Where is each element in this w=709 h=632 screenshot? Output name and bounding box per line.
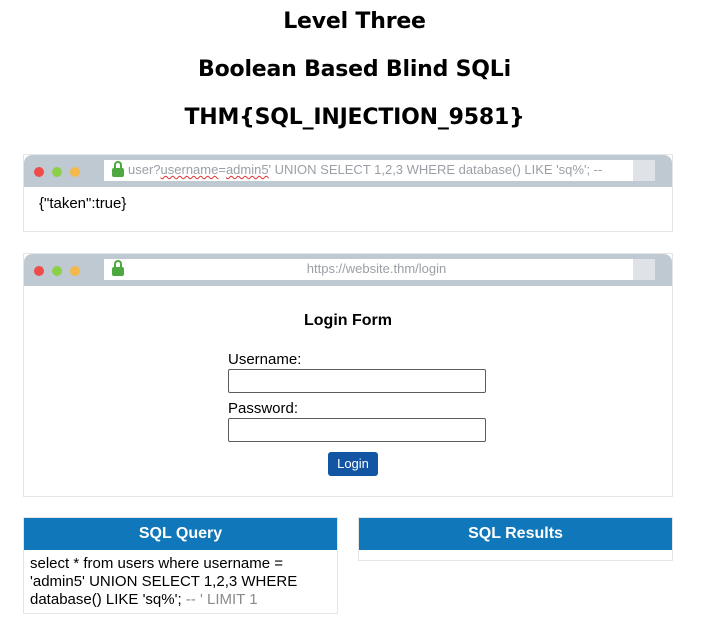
login-button[interactable]: Login bbox=[328, 452, 378, 476]
sql-query-text: select * from users where username = 'ad… bbox=[30, 555, 298, 608]
minimize-dot-icon[interactable] bbox=[52, 167, 62, 177]
sql-query-comment: -- ' LIMIT 1 bbox=[181, 591, 258, 608]
browser-toolbar: https://website.thm/login bbox=[24, 254, 672, 286]
challenge-subtitle: Boolean Based Blind SQLi bbox=[198, 57, 511, 82]
address-bar[interactable]: https://website.thm/login bbox=[104, 259, 655, 280]
address-bar-url: https://website.thm/login bbox=[306, 261, 447, 276]
username-label: Username: bbox=[228, 351, 302, 368]
address-bar[interactable]: user?username=admin5' UNION SELECT 1,2,3… bbox=[104, 160, 655, 181]
sql-results-panel: SQL Results bbox=[358, 517, 673, 561]
address-bar-url: user?username=admin5' UNION SELECT 1,2,3… bbox=[128, 162, 603, 177]
sql-results-title: SQL Results bbox=[359, 518, 672, 550]
browser-toolbar: user?username=admin5' UNION SELECT 1,2,3… bbox=[24, 155, 672, 187]
api-response: {"taken":true} bbox=[39, 195, 127, 212]
level-title: Level Three bbox=[283, 9, 426, 34]
password-label: Password: bbox=[228, 400, 299, 417]
close-dot-icon[interactable] bbox=[34, 266, 44, 276]
username-input[interactable] bbox=[228, 369, 486, 393]
lock-icon bbox=[112, 161, 124, 177]
flag-text: THM{SQL_INJECTION_9581} bbox=[184, 105, 525, 130]
sql-query-title: SQL Query bbox=[24, 518, 337, 550]
password-input[interactable] bbox=[228, 418, 486, 442]
minimize-dot-icon[interactable] bbox=[52, 266, 62, 276]
sql-query-panel: SQL Query select * from users where user… bbox=[23, 517, 338, 614]
api-browser-window: user?username=admin5' UNION SELECT 1,2,3… bbox=[23, 154, 673, 232]
maximize-dot-icon[interactable] bbox=[70, 266, 80, 276]
login-browser-window: https://website.thm/login Login Form Use… bbox=[23, 253, 673, 497]
close-dot-icon[interactable] bbox=[34, 167, 44, 177]
maximize-dot-icon[interactable] bbox=[70, 167, 80, 177]
login-form-title: Login Form bbox=[304, 312, 392, 329]
